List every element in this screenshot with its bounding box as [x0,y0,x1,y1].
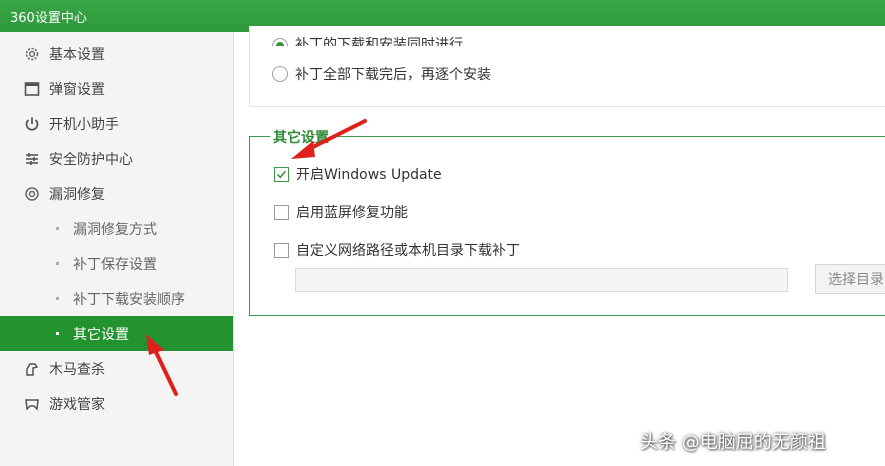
sidebar-item-vuln-repair[interactable]: 漏洞修复 [0,176,233,211]
power-timer-icon [23,115,41,133]
bullet-dot [56,332,59,335]
enable-windows-update-option[interactable]: 开启Windows Update [274,164,442,184]
shield-grid-icon [23,150,41,168]
sidebar-subitem-install-order[interactable]: 补丁下载安装顺序 [0,281,233,316]
enable-bsod-repair-option[interactable]: 启用蓝屏修复功能 [274,202,408,222]
enable-windows-update-checkbox[interactable] [274,166,289,182]
gamepad-icon [23,395,41,413]
sidebar-item-label: 游戏管家 [49,396,105,413]
window-title: 360设置中心 [10,11,87,26]
enable-bsod-repair-checkbox[interactable] [274,204,289,220]
custom-path-input[interactable] [295,268,788,292]
sidebar-item-popup[interactable]: 弹窗设置 [0,71,233,106]
sidebar-subitem-label: 其它设置 [73,326,129,343]
choose-directory-button[interactable]: 选择目录 [815,264,885,294]
radio-download-all-then-install[interactable]: 补丁全部下载完后，再逐个安装 [272,64,491,84]
bullet-dot [56,227,59,230]
checkbox-label: 自定义网络路径或本机目录下载补丁 [296,243,520,259]
sidebar-item-label: 漏洞修复 [49,186,105,203]
sidebar-subitem-other-settings[interactable]: 其它设置 [0,316,233,351]
radio-download-install-simultaneous[interactable]: 补丁的下载和安装同时进行 [272,26,463,46]
radio-button[interactable] [272,66,288,82]
radio-label: 补丁全部下载完后，再逐个安装 [295,67,491,83]
sidebar-item-label: 开机小助手 [49,116,119,133]
sidebar-item-basic[interactable]: 基本设置 [0,36,233,71]
repair-icon [23,185,41,203]
checkbox-label: 启用蓝屏修复功能 [296,205,408,221]
sidebar-item-security-center[interactable]: 安全防护中心 [0,141,233,176]
sidebar-item-game-manager[interactable]: 游戏管家 [0,386,233,421]
sidebar-item-label: 安全防护中心 [49,151,133,168]
sidebar-item-label: 弹窗设置 [49,81,105,98]
custom-path-option[interactable]: 自定义网络路径或本机目录下载补丁 [274,240,520,260]
sidebar-subitem-repair-method[interactable]: 漏洞修复方式 [0,211,233,246]
bullet-dot [56,262,59,265]
sidebar-item-label: 基本设置 [49,46,105,63]
sidebar-item-startup-helper[interactable]: 开机小助手 [0,106,233,141]
sidebar-subitem-label: 补丁保存设置 [73,256,157,273]
sidebar-subitem-label: 补丁下载安装顺序 [73,291,185,308]
gear-icon [23,45,41,63]
sidebar-item-label: 木马查杀 [49,361,105,378]
radio-label: 补丁的下载和安装同时进行 [295,37,463,46]
checkbox-label: 开启Windows Update [296,167,442,183]
sidebar-subitem-patch-save[interactable]: 补丁保存设置 [0,246,233,281]
other-settings-legend: 其它设置 [270,127,332,147]
custom-path-checkbox[interactable] [274,242,289,258]
window-icon [23,80,41,98]
sidebar-subitem-label: 漏洞修复方式 [73,221,157,238]
trojan-icon [23,360,41,378]
bullet-dot [56,297,59,300]
watermark-text: 头条 @电脑屈的无颜祖 [640,432,826,453]
checkmark-icon [276,170,287,178]
sidebar: 基本设置 弹窗设置 开机小助手 安全防护中心 漏洞修复 漏洞修复方式 补丁保存设… [0,32,234,466]
sidebar-item-trojan-scan[interactable]: 木马查杀 [0,351,233,386]
radio-button[interactable] [272,38,288,46]
